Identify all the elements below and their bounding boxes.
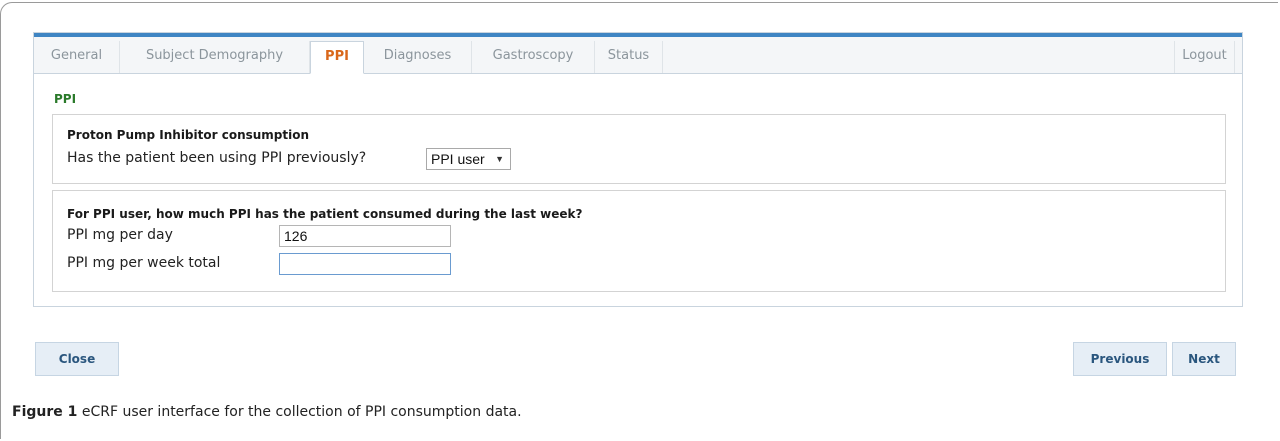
next-button[interactable]: Next — [1172, 342, 1236, 376]
logout-button[interactable]: Logout — [1174, 41, 1235, 73]
tab-diagnoses[interactable]: Diagnoses — [364, 41, 472, 73]
per-week-label: PPI mg per week total — [67, 255, 221, 271]
section-title: PPI — [54, 92, 77, 106]
chevron-down-icon: ▼ — [495, 154, 504, 164]
caption-text: eCRF user interface for the collection o… — [81, 404, 522, 420]
figure-caption: Figure 1 eCRF user interface for the col… — [12, 404, 522, 420]
amount-heading: For PPI user, how much PPI has the patie… — [67, 207, 583, 221]
tab-ppi[interactable]: PPI — [310, 41, 364, 74]
ecrf-app: General Subject Demography PPI Diagnoses… — [33, 32, 1243, 307]
consumption-heading: Proton Pump Inhibitor consumption — [67, 128, 310, 142]
caption-label: Figure 1 — [12, 404, 78, 420]
tab-status[interactable]: Status — [595, 41, 663, 73]
amount-panel: For PPI user, how much PPI has the patie… — [52, 190, 1226, 292]
previous-use-question: Has the patient been using PPI previousl… — [67, 150, 367, 166]
tab-subject-demography[interactable]: Subject Demography — [120, 41, 310, 73]
ppi-user-select-value: PPI user — [431, 151, 485, 167]
consumption-panel: Proton Pump Inhibitor consumption Has th… — [52, 114, 1226, 184]
per-day-input[interactable] — [279, 225, 451, 247]
per-day-label: PPI mg per day — [67, 227, 173, 243]
tab-general[interactable]: General — [34, 41, 120, 73]
tab-gastroscopy[interactable]: Gastroscopy — [472, 41, 595, 73]
per-week-input[interactable] — [279, 253, 451, 275]
previous-button[interactable]: Previous — [1073, 342, 1167, 376]
close-button[interactable]: Close — [35, 342, 119, 376]
tab-bar: General Subject Demography PPI Diagnoses… — [34, 37, 1242, 74]
ppi-user-select[interactable]: PPI user ▼ — [426, 148, 511, 170]
